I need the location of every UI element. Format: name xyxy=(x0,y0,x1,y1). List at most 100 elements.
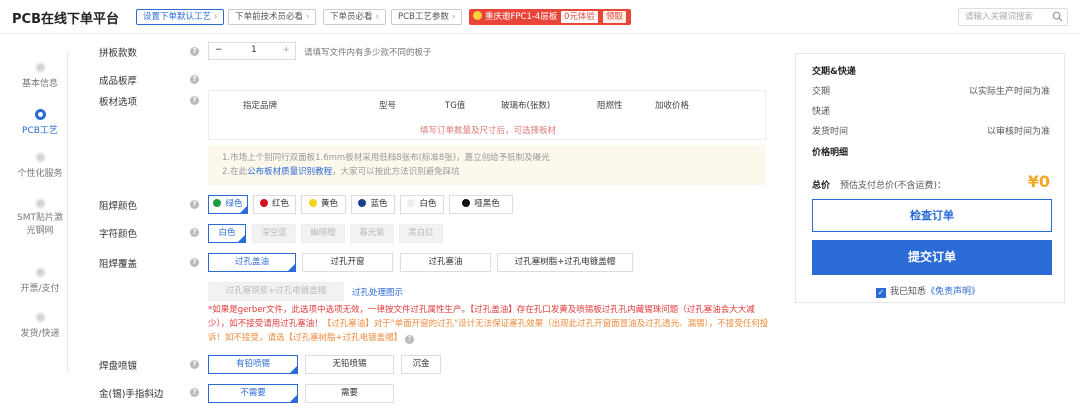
submit-order-button[interactable]: 提交订单 xyxy=(812,240,1052,275)
panel-count-hint: 请填写文件内有多少款不同的板子 xyxy=(304,48,432,58)
chevron-right-icon: › xyxy=(214,12,218,22)
via-cover-label: 阻焊覆盖 xyxy=(99,259,138,270)
promo-claim-button[interactable]: 领取 xyxy=(603,11,627,23)
finish-option-leadfree-hasl[interactable]: 无铅喷锡 xyxy=(305,355,394,374)
step-dot-icon xyxy=(34,267,46,278)
finish-option-enig[interactable]: 沉金 xyxy=(401,355,441,374)
express-label: 快递 xyxy=(812,107,831,117)
agree-row: ✓ 我已知悉《免责声明》 xyxy=(876,287,981,298)
material-table: 指定品牌 型号 TG值 玻璃布(张数) 阻燃性 加收价格 填写订单数量及尺寸后，… xyxy=(208,90,766,140)
silk-option-space-blue: 深空蓝 xyxy=(252,224,296,243)
mask-option-blue[interactable]: 蓝色 xyxy=(351,195,395,214)
silkscreen-label: 字符颜色 xyxy=(99,229,138,240)
check-order-button[interactable]: 检查订单 xyxy=(812,199,1052,232)
note-line-2: 2.在此公布板材质量识别教程，大家可以按此方法识别避免踩坑 xyxy=(222,167,460,177)
mask-option-red[interactable]: 红色 xyxy=(253,195,296,214)
color-swatch xyxy=(259,199,268,207)
via-option-plugged[interactable]: 过孔塞油 xyxy=(400,253,491,272)
help-icon[interactable]: ? xyxy=(190,360,199,369)
nav-basic-info[interactable]: 基本信息 xyxy=(12,62,68,89)
help-icon[interactable]: ? xyxy=(190,388,199,397)
promo-icon xyxy=(473,11,482,20)
finish-option-leaded-hasl[interactable]: 有铅喷锡 xyxy=(208,355,298,374)
crumb-tech-must-read[interactable]: 下单前技术员必看 › xyxy=(228,9,317,25)
nav-invoice-payment[interactable]: 开票/支付 xyxy=(12,267,68,294)
via-option-copper-cap: 过孔塞铜浆+过孔电镀盖帽 xyxy=(208,282,344,301)
color-swatch xyxy=(462,199,471,207)
crumb-orderer-must-read[interactable]: 下单员必看 › xyxy=(323,9,386,25)
promo-label: 重庆邀FPC1-4层板 xyxy=(485,12,558,22)
delivery-title: 交期&快递 xyxy=(812,67,856,77)
gold-finger-option-none[interactable]: 不需要 xyxy=(208,384,298,403)
color-swatch xyxy=(358,199,367,207)
material-col-glass: 玻璃布(张数) xyxy=(501,101,551,111)
mask-option-white[interactable]: 白色 xyxy=(400,195,444,214)
surface-finish-label: 焊盘喷镀 xyxy=(99,361,138,372)
silk-option-dark-orange: 幽暗橙 xyxy=(301,224,345,243)
promo-free-badge[interactable]: 0元体验 xyxy=(561,11,598,23)
material-col-tg: TG值 xyxy=(445,101,466,111)
crumb-pcb-params[interactable]: PCB工艺参数 › xyxy=(391,9,463,25)
disclaimer-link[interactable]: 《免责声明》 xyxy=(926,287,980,297)
step-dot-icon xyxy=(34,62,46,73)
silk-option-white[interactable]: 白色 xyxy=(208,224,246,243)
silk-option-twilight-purple: 暮光紫 xyxy=(350,224,394,243)
silk-option-black-white-red: 黑白红 xyxy=(399,224,443,243)
panel-count-label: 拼板款数 xyxy=(99,48,138,59)
help-icon[interactable]: ? xyxy=(190,258,199,267)
ship-value: 以审核时间为准 xyxy=(986,127,1050,137)
step-nav: 基本信息 PCB工艺 个性化服务 SMT贴片激光钢网 开票/支付 发货/快递 xyxy=(12,52,68,372)
color-swatch xyxy=(213,199,222,207)
material-col-flame: 阻燃性 xyxy=(597,101,623,111)
material-col-model: 型号 xyxy=(379,101,397,111)
crumb-default-process[interactable]: 设置下单默认工艺 › xyxy=(136,9,225,25)
material-tutorial-link[interactable]: 公布板材质量识别教程 xyxy=(247,167,332,177)
promo-banner[interactable]: 重庆邀FPC1-4层板 0元体验 领取 xyxy=(469,9,631,25)
via-option-tented[interactable]: 过孔盖油 xyxy=(208,253,296,272)
via-option-open[interactable]: 过孔开窗 xyxy=(302,253,393,272)
panel-count-stepper[interactable]: − 1 + xyxy=(208,42,296,60)
thickness-label: 成品板厚 xyxy=(99,76,138,87)
mask-option-matte-black[interactable]: 哑黑色 xyxy=(449,195,513,214)
nav-custom-service[interactable]: 个性化服务 xyxy=(12,152,68,179)
material-label: 板材选项 xyxy=(99,97,138,108)
search-input[interactable]: 请输入关键词搜索 xyxy=(958,8,1068,26)
chevron-right-icon: › xyxy=(375,12,379,22)
material-empty-text: 填写订单数量及尺寸后，可选择板材 xyxy=(419,126,556,136)
mask-option-green[interactable]: 绿色 xyxy=(208,195,248,214)
gold-finger-option-need[interactable]: 需要 xyxy=(305,384,394,403)
help-icon[interactable]: ? xyxy=(190,75,199,84)
total-price: ¥0 xyxy=(1027,172,1050,191)
panel-count-value[interactable]: 1 xyxy=(251,45,257,55)
chevron-right-icon: › xyxy=(451,12,456,22)
order-summary-panel: 交期&快递 交期 以实际生产时间为准 快递 发货时间 以审核时间为准 价格明细 … xyxy=(795,53,1065,303)
help-icon[interactable]: ? xyxy=(190,47,199,56)
help-icon[interactable]: ? xyxy=(404,335,414,344)
chevron-right-icon: › xyxy=(306,12,310,22)
nav-pcb-process[interactable]: PCB工艺 xyxy=(12,109,68,136)
help-icon[interactable]: ? xyxy=(190,228,199,237)
color-swatch xyxy=(308,199,317,207)
material-col-brand: 指定品牌 xyxy=(243,101,278,111)
plus-button[interactable]: + xyxy=(282,45,290,55)
step-dot-icon xyxy=(34,109,46,120)
via-option-resin-cap[interactable]: 过孔塞树脂+过孔电镀盖帽 xyxy=(497,253,633,272)
nav-shipping[interactable]: 发货/快递 xyxy=(12,312,68,339)
search-icon[interactable] xyxy=(1052,11,1063,22)
minus-button[interactable]: − xyxy=(215,45,223,55)
agree-checkbox[interactable]: ✓ xyxy=(876,288,886,298)
mask-option-yellow[interactable]: 黄色 xyxy=(301,195,346,214)
via-warning-text: *如果是gerber文件，此选项中选项无效，一律按文件过孔属性生产。【过孔盖油】… xyxy=(208,305,769,344)
total-hint: 预估支付总价(不含运费)： xyxy=(840,181,947,191)
help-icon[interactable]: ? xyxy=(190,200,199,209)
gold-finger-label: 金(锡)手指斜边 xyxy=(99,389,164,400)
nav-smt-stencil[interactable]: SMT贴片激光钢网 xyxy=(12,198,68,238)
total-label: 总价 xyxy=(812,181,831,191)
via-diagram-link[interactable]: 过孔处理图示 xyxy=(352,286,403,298)
help-icon[interactable]: ? xyxy=(190,96,199,105)
color-swatch xyxy=(407,199,416,207)
price-title: 价格明细 xyxy=(812,148,849,158)
ship-label: 发货时间 xyxy=(812,127,849,137)
top-bar: PCB在线下单平台 设置下单默认工艺 › 下单前技术员必看 › 下单员必看 › PCB… xyxy=(0,0,1080,34)
brand-title: PCB在线下单平台 xyxy=(12,12,119,27)
